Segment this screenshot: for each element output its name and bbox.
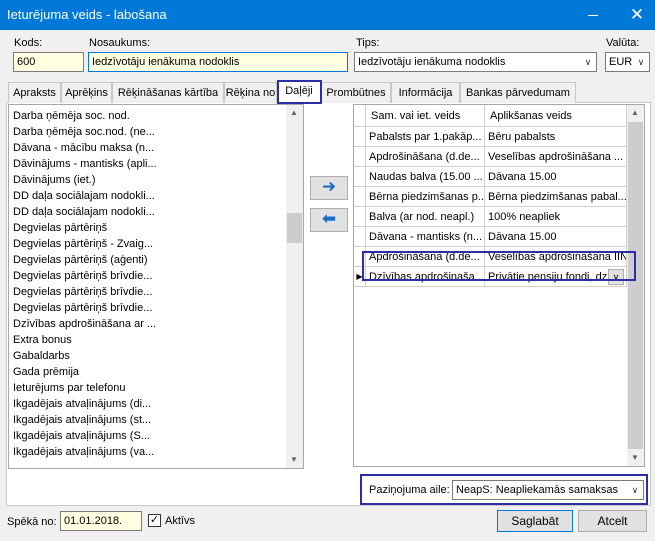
available-items-list[interactable]: Darba ņēmēja soc. nod. Darba ņēmēja soc.… [8, 104, 304, 469]
row-highlight [362, 251, 636, 281]
list-item[interactable]: Degvielas pārtēriņš (aģenti) [13, 252, 148, 268]
tab-prombutnes[interactable]: Prombūtnes [321, 82, 391, 103]
grid-header-aplik-veids[interactable]: Aplikšanas veids [485, 105, 627, 127]
aktivs-checkbox[interactable]: ✓ [148, 514, 161, 527]
scroll-up-icon[interactable]: ▲ [627, 105, 643, 121]
row-header [354, 167, 366, 187]
arrow-right-icon: ➜ [321, 177, 337, 196]
list-item[interactable]: Darba ņēmēja soc.nod. (ne... [13, 124, 155, 140]
list-item[interactable]: Degvielas pārtēriņš - Zvaig... [13, 236, 153, 252]
list-item[interactable]: Dāvinājums (iet.) [13, 172, 96, 188]
row-header [354, 187, 366, 207]
close-icon[interactable]: ✕ [626, 4, 648, 26]
list-item[interactable]: Degvielas pārtēriņš brīvdie... [13, 300, 152, 316]
list-item[interactable]: Gabaldarbs [13, 348, 70, 364]
valuta-value: EUR [609, 56, 633, 68]
tab-bankas-parvedumam[interactable]: Bankas pārvedumam [460, 82, 576, 103]
list-item[interactable]: Ieturējums par telefonu [13, 380, 126, 396]
tips-value: Iedzīvotāju ienākuma nodoklis [358, 56, 506, 68]
grid-cell[interactable]: 100% neapliek [485, 207, 627, 227]
left-list-scrollbar[interactable]: ▲ ▼ [286, 105, 303, 468]
list-item[interactable]: Extra bonus [13, 332, 72, 348]
list-item[interactable]: Degvielas pārtēriņš brīvdie... [13, 268, 152, 284]
list-item[interactable]: Dzīvības apdrošināšana ar ... [13, 316, 156, 332]
grid-scrollbar[interactable]: ▲ ▼ [627, 105, 644, 466]
tips-label: Tips: [356, 37, 380, 49]
list-item[interactable]: Dāvinājums - mantisks (apli... [13, 156, 157, 172]
row-header [354, 207, 366, 227]
list-item[interactable]: Ikgadējais atvaļinājums (va... [13, 444, 154, 460]
scroll-up-icon[interactable]: ▲ [286, 105, 302, 121]
tab-informacija[interactable]: Informācija [391, 82, 460, 103]
cancel-button[interactable]: Atcelt [578, 510, 647, 532]
scroll-down-icon[interactable]: ▼ [286, 452, 302, 468]
list-item[interactable]: Degvielas pārtēriņš [13, 220, 107, 236]
grid-cell[interactable]: Naudas balva (15.00 ... [366, 167, 485, 187]
chevron-down-icon: ∨ [637, 57, 645, 67]
nosaukums-label: Nosaukums: [89, 37, 151, 49]
list-item[interactable]: Darba ņēmēja soc. nod. [13, 108, 130, 124]
grid-cell[interactable]: Bēru pabalsts [485, 127, 627, 147]
window-title: Ieturējuma veids - labošana [7, 7, 167, 22]
row-header [354, 127, 366, 147]
grid-cell[interactable]: Veselības apdrošināšana ... [485, 147, 627, 167]
tab-aprekins[interactable]: Aprēķins [61, 82, 112, 103]
grid-cell[interactable]: Apdrošināšana (d.de... [366, 147, 485, 167]
active-tab-highlight [277, 80, 322, 104]
remove-left-button[interactable]: ⬅ [310, 208, 348, 232]
pazinojuma-highlight [360, 474, 648, 505]
tab-apraksts[interactable]: Apraksts [8, 82, 61, 103]
grid-corner [354, 105, 366, 127]
scroll-thumb[interactable] [287, 213, 302, 243]
scroll-down-icon[interactable]: ▼ [627, 450, 643, 466]
title-bar: Ieturējuma veids - labošana ✕ [0, 0, 655, 30]
list-item[interactable]: Gada prēmija [13, 364, 79, 380]
kods-label: Kods: [14, 37, 43, 49]
list-item[interactable]: Ikgadējais atvaļinājums (S... [13, 428, 150, 444]
scroll-thumb[interactable] [628, 122, 643, 449]
tab-rekina-no[interactable]: Rēķina no [224, 82, 277, 103]
grid-cell[interactable]: Dāvana 15.00 [485, 167, 627, 187]
add-right-button[interactable]: ➜ [310, 176, 348, 200]
chevron-down-icon: ∨ [584, 57, 592, 67]
grid-cell[interactable]: Dāvana - mantisks (n... [366, 227, 485, 247]
grid-cell[interactable]: Balva (ar nod. neapl.) [366, 207, 485, 227]
list-item[interactable]: Degvielas pārtēriņš brīvdie... [13, 284, 152, 300]
row-header [354, 147, 366, 167]
list-item[interactable]: DD daļa sociālajam nodokli... [13, 204, 155, 220]
speka-label: Spēkā no: [7, 516, 57, 528]
tips-select[interactable]: Iedzīvotāju ienākuma nodoklis ∨ [354, 52, 597, 72]
list-item[interactable]: Ikgadējais atvaļinājums (di... [13, 396, 151, 412]
nosaukums-field[interactable]: Iedzīvotāju ienākuma nodoklis [88, 52, 348, 72]
save-button[interactable]: Saglabāt [497, 510, 573, 532]
tab-rekinasanas-kartiba[interactable]: Rēķināšanas kārtība [112, 82, 224, 103]
list-item[interactable]: Ikgadējais atvaļinājums (st... [13, 412, 151, 428]
grid-cell[interactable]: Pabalsts par 1.pakāp... [366, 127, 485, 147]
grid-cell[interactable]: Bērna piedzimšanas p... [366, 187, 485, 207]
aktivs-label: Aktīvs [165, 515, 195, 527]
kods-field[interactable]: 600 [13, 52, 84, 72]
list-item[interactable]: DD daļa sociālajam nodokli... [13, 188, 155, 204]
grid-cell[interactable]: Dāvana 15.00 [485, 227, 627, 247]
row-header [354, 227, 366, 247]
minimize-icon[interactable] [583, 5, 603, 25]
selected-items-grid: Sam. vai iet. veids Aplikšanas veids Pab… [353, 104, 645, 467]
valuta-select[interactable]: EUR ∨ [605, 52, 650, 72]
grid-cell[interactable]: Bērna piedzimšanas pabal... [485, 187, 627, 207]
arrow-left-icon: ⬅ [321, 209, 337, 228]
grid-header-sam-veids[interactable]: Sam. vai iet. veids [366, 105, 485, 127]
list-item[interactable]: Dāvana - mācību maksa (n... [13, 140, 154, 156]
speka-date-field[interactable]: 01.01.2018. [60, 511, 142, 531]
valuta-label: Valūta: [606, 37, 640, 49]
